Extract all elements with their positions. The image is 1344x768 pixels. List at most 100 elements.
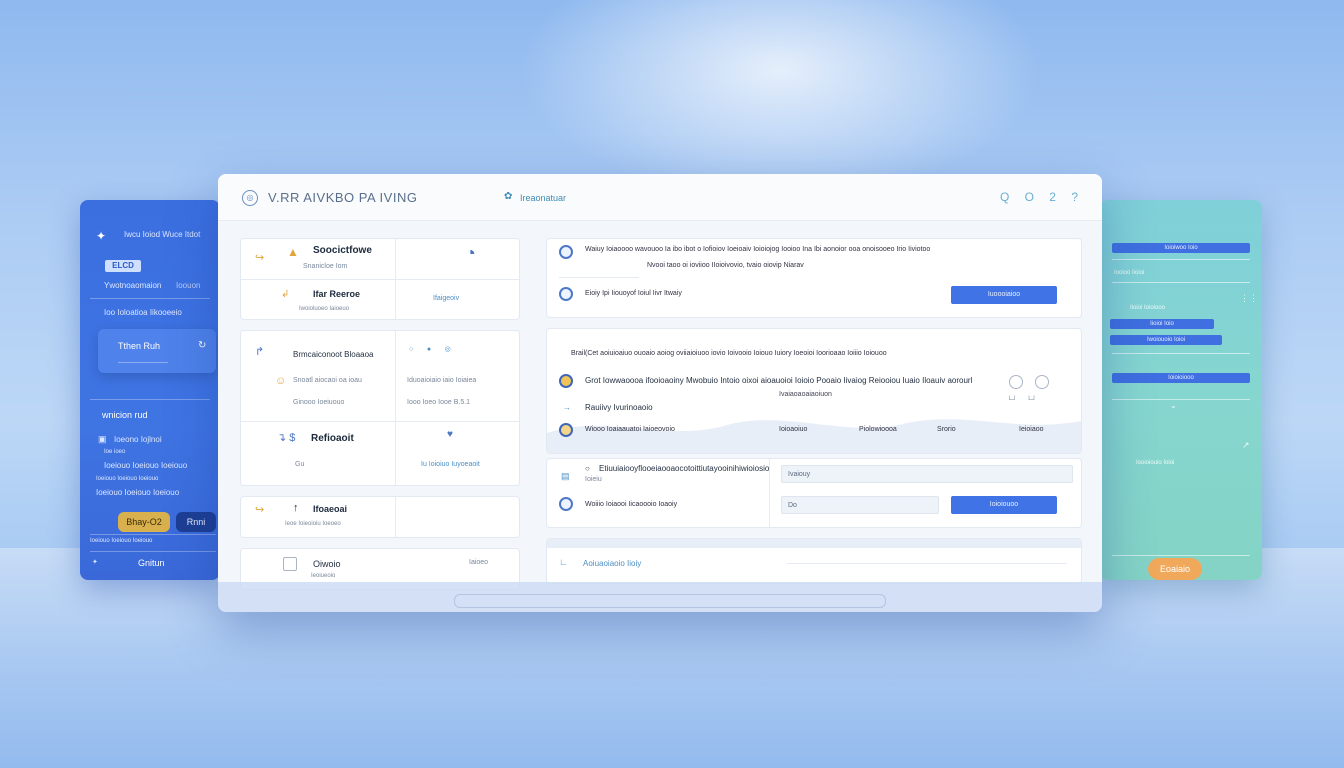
divider (90, 551, 216, 552)
right-panel-orange-button[interactable]: Eoaiaio (1148, 558, 1202, 580)
left-panel-row4: Ioe ioeo (104, 449, 126, 455)
left-card-4-sub: Ieoiueoio (311, 573, 336, 579)
left-panel-card[interactable]: Tthen Ruh ↻ (98, 329, 216, 373)
close-icon[interactable]: ↗ (1242, 440, 1250, 451)
info-panel: Waiuy Ioiaoooo wavouoo Ia ibo ibot o Iof… (546, 238, 1082, 318)
scroll-track[interactable] (454, 594, 886, 608)
form-submit-button[interactable]: Ioioiouoo (951, 496, 1057, 514)
breadcrumb[interactable]: Ireaonatuar (520, 193, 566, 203)
details-col-b: Ioioaoiuo (779, 426, 808, 433)
left-panel-row2[interactable]: Ioo Ioloatioa Iikooeeio (104, 308, 182, 317)
divider (90, 298, 210, 299)
left-card-1-title[interactable]: Soocictfowe (313, 245, 372, 256)
chevron-icon: ⌄ (1170, 401, 1177, 410)
bottom-panel-label[interactable]: Aoiuaoiaoio Iioiy (583, 559, 641, 568)
right-panel-bar1[interactable]: Ioioiwoo Ioio (1112, 243, 1250, 253)
form-panel: ▤ ○ Etiuuiaiooyflooeiaooaocotoittiutayoo… (546, 458, 1082, 528)
radio-option-a[interactable] (1009, 375, 1023, 389)
form-input-1[interactable]: Ivaiouy (781, 465, 1073, 483)
panel-header-strip (547, 539, 1081, 548)
left-card-3-sub: Ieoe Ioieoioiu Ioeoeo (285, 521, 341, 527)
info-line2: Nvooi taoo oi ioviioo IIoioivovio, tvaio… (647, 262, 804, 269)
right-panel-bar4[interactable]: Ioioioiooo (1112, 373, 1250, 383)
checkbox[interactable] (283, 557, 297, 571)
divider (90, 534, 216, 535)
divider (1112, 399, 1250, 400)
left-panel-header: Iwcu Ioiod Wuce Itdot (124, 230, 201, 239)
left-panel-row6: Ioeiouo Ioeiouo Ioeiouo (96, 476, 159, 482)
left-card-4-right: Iaioeo (469, 559, 489, 566)
right-panel-txt1: Iooioo Iioioi (1114, 270, 1145, 276)
divider (241, 421, 519, 422)
triangle-icon: ▲ (287, 245, 299, 259)
arrow-icon: → (563, 403, 571, 412)
left-card-4-title[interactable]: Oiwoio (313, 559, 341, 569)
left-panel-footer-row: Ioeiouo Ioeiouo Ioeiouo (90, 538, 153, 544)
card-icon: ▤ (561, 471, 570, 481)
left-card-2-row1[interactable]: Snoatl aiocaoi oa ioau (293, 377, 362, 384)
avatar-icon: ◔ (465, 243, 476, 263)
refresh-icon: ↻ (198, 340, 207, 351)
left-card-2-right: Iu Ioioiuo Iuyoeaoit (421, 461, 480, 468)
left-card-1-title2[interactable]: Ifar Reeroe (313, 289, 360, 299)
details-panel: Brail(Cet aoiuioaiuo ouoaio aoiog oviiai… (546, 328, 1082, 454)
bottom-fade-overlay (218, 582, 1102, 612)
left-panel-row1-right: Ioouon (176, 281, 201, 290)
left-panel-gold-button[interactable]: Bhay-O2 (118, 512, 170, 532)
divider (1112, 259, 1250, 260)
right-panel-txt4: Iooioiouio Ioioi (1136, 460, 1175, 466)
left-panel-footer-label[interactable]: Gnitun (138, 558, 165, 568)
divider (395, 497, 396, 537)
left-side-panel: ✦ Iwcu Ioiod Wuce Itdot ELCD Ywotnoaomai… (80, 200, 220, 580)
divider (787, 563, 1067, 564)
divider (1112, 555, 1250, 556)
right-panel-bar2[interactable]: Iioioi Ioio (1110, 319, 1214, 329)
left-card-2-row2[interactable]: Ginooo Ioeiuouo (293, 399, 344, 406)
bell-icon: ↪ (255, 504, 265, 516)
left-card-2-title[interactable]: Refioaoit (311, 433, 354, 444)
tag-icon: ↪ (255, 252, 265, 264)
left-panel-row3[interactable]: Ioeono Iojlnoi (114, 435, 162, 444)
left-card-1-right: Ifaigeoiv (433, 295, 460, 302)
left-card-2-row1-right: Iduoaioiaio iaio Ioiaiea (407, 377, 477, 384)
divider (241, 279, 519, 280)
right-panel-bar3[interactable]: Iwoiouoio Ioioi (1110, 335, 1222, 345)
divider (1112, 353, 1250, 354)
clock-icon (559, 287, 573, 301)
link-icon: ↱ (255, 346, 265, 358)
left-card-1-sub2: Iwoioluoeo Iaioeuo (299, 306, 350, 312)
bottom-panel: ∟ Aoiuaoiaoio Iioiy (546, 538, 1082, 584)
left-card-1: ↪ ▲ Soocictfowe Snanicloe Iom ◔ ↲ Ifar R… (240, 238, 520, 320)
person-icon: ↑ (293, 502, 299, 514)
star-icon: ☺ (275, 375, 287, 387)
user-icon (559, 497, 573, 511)
info-line1: Waiuy Ioiaoooo wavouoo Ia ibo ibot o Iof… (585, 246, 931, 253)
info-row-label: Eioiy Ipi Iiouoyof Ioiul Iivr Itwaiy (585, 290, 682, 297)
form-input-2[interactable]: Do (781, 496, 939, 514)
window-logo-icon: ◎ (242, 190, 258, 206)
app-logo-icon: ✦ (96, 229, 107, 243)
radio-option-b[interactable] (1035, 375, 1049, 389)
details-line2: Grot Iowwaoooa ifooioaoiny Mwobuio Intoi… (585, 376, 973, 385)
pie-icon (559, 374, 573, 388)
form-title: Etiuuiaiooyflooeiaooaocotoittiutayooinih… (599, 464, 770, 473)
left-panel-chip[interactable]: ELCD (105, 260, 141, 272)
left-panel-navy-button[interactable]: Rnni (176, 512, 216, 532)
info-icon (559, 245, 573, 259)
left-panel-row1[interactable]: Ywotnoaomaion (104, 281, 161, 290)
wand-icon: ↲ (281, 289, 290, 300)
divider (395, 331, 396, 485)
left-card-3-title[interactable]: Ifoaeoai (313, 504, 347, 514)
left-card-1-sub: Snanicloe Iom (303, 263, 348, 270)
details-col-e: Ieioiaoo (1019, 426, 1044, 433)
form-row2: Woiiio Ioiaooi Iicaoooio Ioaoiy (585, 501, 678, 508)
toolbar-icons[interactable]: Q O 2 ? (1000, 190, 1084, 204)
left-card-3: ↪ ↑ Ifoaeoai Ieoe Ioieoioiu Ioeoeo (240, 496, 520, 538)
left-card-2-sub: Gu (295, 461, 305, 468)
info-primary-button[interactable]: Iuoooiaioo (951, 286, 1057, 304)
title-bar: ◎ V.RR AIVKBO PA IVING ✿ Ireaonatuar Q O… (218, 174, 1102, 221)
window-title: V.RR AIVKBO PA IVING (268, 190, 418, 205)
left-panel-section[interactable]: wnicion rud (102, 410, 148, 420)
form-sub: Ioieiu (585, 476, 602, 483)
left-card-2-row2-right: Iooo Ioeo Iooe B.5.1 (407, 399, 471, 406)
